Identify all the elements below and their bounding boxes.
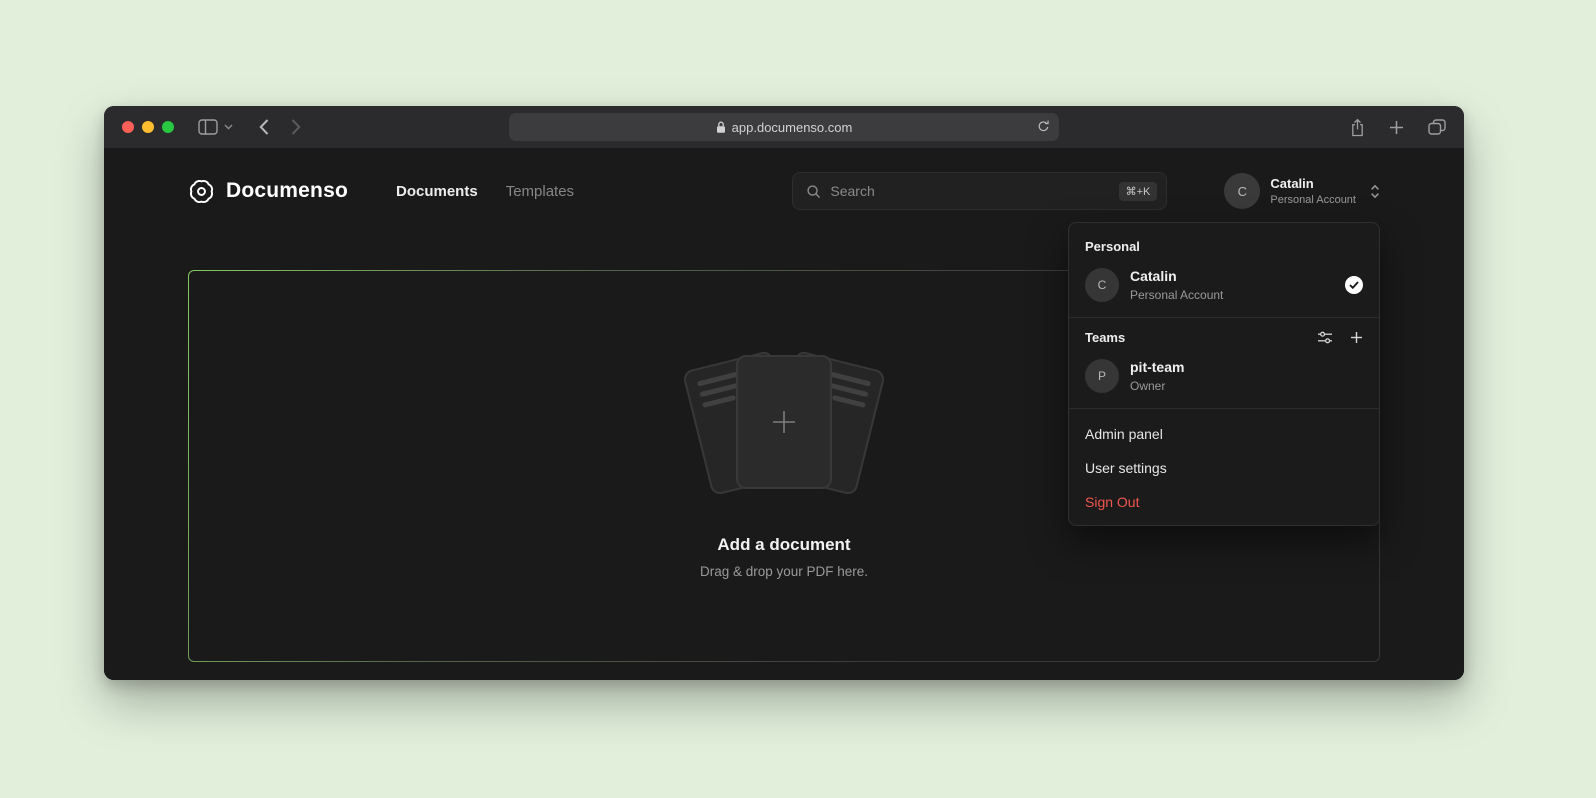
avatar: C	[1085, 268, 1119, 302]
zoom-window-button[interactable]	[162, 121, 174, 133]
browser-window: app.documenso.com	[104, 106, 1464, 680]
minimize-window-button[interactable]	[142, 121, 154, 133]
selector-chevrons-icon	[1370, 184, 1380, 199]
dropzone-subtitle: Drag & drop your PDF here.	[700, 564, 868, 579]
add-team-icon[interactable]	[1350, 331, 1363, 344]
team-item-pit-team[interactable]: P pit-team Owner	[1069, 354, 1379, 406]
search-box[interactable]: ⌘+K	[792, 172, 1167, 210]
menu-item-sign-out[interactable]: Sign Out	[1069, 485, 1379, 519]
personal-account-type: Personal Account	[1130, 288, 1223, 302]
document-card-front	[736, 355, 832, 489]
personal-account-name: Catalin	[1130, 268, 1223, 285]
app-content: Documenso Documents Templates ⌘+K C	[104, 148, 1464, 680]
menu-divider	[1069, 408, 1379, 409]
search-shortcut-badge: ⌘+K	[1119, 182, 1158, 201]
documenso-logo-icon	[188, 178, 215, 205]
share-icon[interactable]	[1350, 118, 1365, 137]
team-role: Owner	[1130, 379, 1184, 393]
chevron-down-icon[interactable]	[224, 124, 233, 130]
sidebar-toggle-icon[interactable]	[198, 119, 218, 135]
document-stack-illustration	[674, 353, 894, 505]
account-dropdown-menu: Personal C Catalin Personal Account Team…	[1068, 222, 1380, 526]
brand-home-link[interactable]: Documenso	[188, 178, 348, 205]
nav-templates[interactable]: Templates	[506, 183, 574, 200]
account-type: Personal Account	[1270, 194, 1356, 206]
add-document-plus-icon	[769, 407, 799, 437]
new-tab-icon[interactable]	[1389, 120, 1404, 135]
avatar: P	[1085, 359, 1119, 393]
back-button[interactable]	[259, 119, 269, 135]
teams-section-label: Teams	[1085, 330, 1125, 345]
account-menu-button[interactable]: C Catalin Personal Account	[1224, 173, 1380, 209]
refresh-icon[interactable]	[1037, 119, 1050, 134]
selected-check-icon	[1345, 276, 1363, 294]
account-name: Catalin	[1270, 176, 1356, 192]
search-icon	[806, 184, 821, 199]
url-text: app.documenso.com	[732, 120, 853, 135]
dropzone-title: Add a document	[717, 535, 850, 555]
tab-overview-icon[interactable]	[1428, 119, 1446, 135]
close-window-button[interactable]	[122, 121, 134, 133]
team-name: pit-team	[1130, 359, 1184, 376]
menu-item-user-settings[interactable]: User settings	[1069, 451, 1379, 485]
desktop-background: app.documenso.com	[0, 0, 1596, 798]
lock-icon[interactable]	[716, 121, 726, 134]
browser-titlebar: app.documenso.com	[104, 106, 1464, 148]
personal-section-label: Personal	[1069, 233, 1379, 263]
main-nav: Documents Templates	[396, 183, 574, 200]
avatar: C	[1224, 173, 1260, 209]
personal-account-item[interactable]: C Catalin Personal Account	[1069, 263, 1379, 315]
brand-name: Documenso	[226, 179, 348, 203]
menu-divider	[1069, 317, 1379, 318]
search-input[interactable]	[830, 183, 1109, 199]
nav-documents[interactable]: Documents	[396, 183, 478, 200]
window-controls	[122, 121, 174, 133]
forward-button[interactable]	[291, 119, 301, 135]
teams-section-header: Teams	[1069, 326, 1379, 354]
menu-item-admin-panel[interactable]: Admin panel	[1069, 417, 1379, 451]
team-preferences-icon[interactable]	[1317, 331, 1333, 344]
titlebar-right-actions	[1350, 118, 1446, 137]
address-bar[interactable]: app.documenso.com	[509, 113, 1059, 141]
